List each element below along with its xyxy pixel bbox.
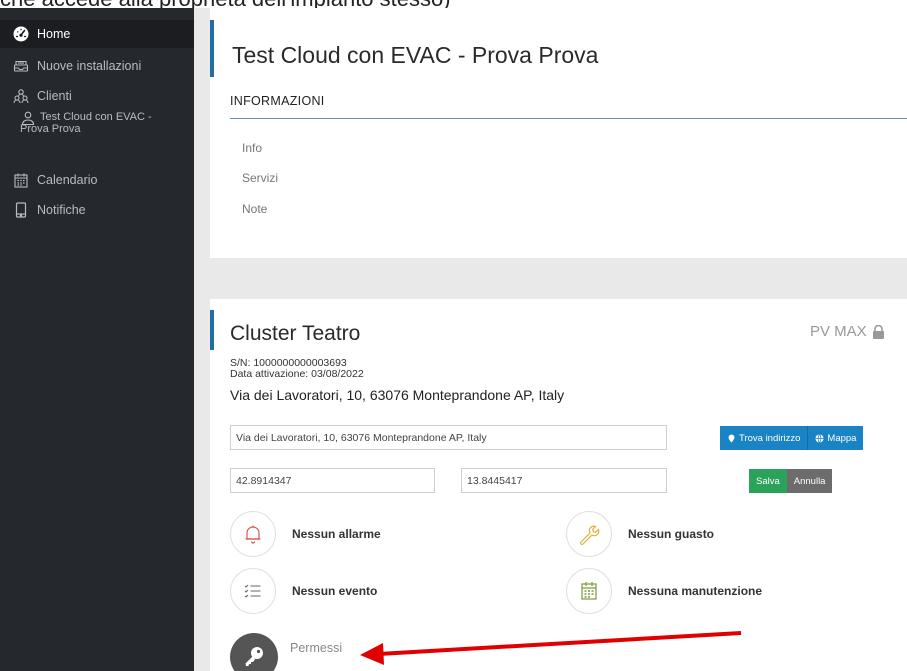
sidebar-item-calendario[interactable]: Calendario xyxy=(0,166,194,194)
serial-info: S/N: 1000000000003693 Data attivazione: … xyxy=(230,358,364,380)
address-input[interactable]: Via dei Lavoratori, 10, 63076 Monteprand… xyxy=(230,425,667,450)
menu-item-note[interactable]: Note xyxy=(242,202,267,216)
checklist-icon xyxy=(244,584,261,598)
event-circle xyxy=(230,568,276,614)
permissions-label[interactable]: Permessi xyxy=(290,641,342,655)
sidebar-item-nuove-installazioni[interactable]: Nuove installazioni xyxy=(0,52,194,80)
pv-max-label: PV MAX xyxy=(810,323,885,340)
sidebar-subitem-label-line2: Prova Prova xyxy=(20,123,81,135)
sidebar-subitem-client[interactable]: Test Cloud con EVAC - Prova Prova xyxy=(20,111,191,135)
fault-status[interactable]: Nessun guasto xyxy=(566,511,714,557)
save-button[interactable]: Salva xyxy=(749,469,787,493)
cluster-accent-bar xyxy=(210,310,214,350)
maintenance-label: Nessuna manutenzione xyxy=(628,584,763,598)
maintenance-circle xyxy=(566,568,612,614)
document-text-strip: che accede alla proprietà dell'impianto … xyxy=(0,0,907,8)
sidebar-item-label: Calendario xyxy=(37,173,98,187)
key-icon xyxy=(245,647,263,666)
globe-icon xyxy=(815,433,824,443)
wrench-icon xyxy=(580,525,600,545)
sidebar-item-label: Nuove installazioni xyxy=(37,59,142,73)
alarm-circle xyxy=(230,511,276,557)
activation-date: Data attivazione: 03/08/2022 xyxy=(230,368,364,380)
find-address-button[interactable]: Trova indirizzo xyxy=(720,426,808,450)
menu-item-servizi[interactable]: Servizi xyxy=(242,171,278,185)
address-text: Via dei Lavoratori, 10, 63076 Monteprand… xyxy=(230,387,565,403)
latitude-input[interactable]: 42.8914347 xyxy=(230,468,435,493)
cluster-title: Cluster Teatro xyxy=(230,322,361,345)
find-address-label: Trova indirizzo xyxy=(739,432,801,444)
sidebar-item-label: Clienti xyxy=(37,89,72,103)
pv-max-text: PV MAX xyxy=(810,323,867,340)
sidebar-item-label: Notifiche xyxy=(37,203,86,217)
cancel-button[interactable]: Annulla xyxy=(786,469,833,493)
alarm-status[interactable]: Nessun allarme xyxy=(230,511,381,557)
users-icon xyxy=(12,87,30,105)
sidebar-item-home[interactable]: Home xyxy=(0,20,194,48)
document-text: che accede alla proprietà dell'impianto … xyxy=(0,0,451,8)
sidebar-item-label: Home xyxy=(37,27,71,41)
event-status[interactable]: Nessun evento xyxy=(230,568,377,614)
calendar-icon xyxy=(581,582,597,600)
fault-label: Nessun guasto xyxy=(628,527,715,541)
tab-informazioni[interactable]: INFORMAZIONI xyxy=(230,94,325,108)
address-button-group: Trova indirizzo Mappa xyxy=(720,426,864,450)
sidebar-item-notifiche[interactable]: Notifiche xyxy=(0,196,194,224)
permissions-button[interactable] xyxy=(230,633,278,671)
cluster-card: Cluster Teatro PV MAX S/N: 1000000000003… xyxy=(210,299,907,671)
bell-icon xyxy=(245,525,261,544)
dashboard-icon xyxy=(12,25,30,43)
map-label: Mappa xyxy=(827,432,857,444)
info-card: Test Cloud con EVAC - Prova Prova INFORM… xyxy=(210,8,907,258)
main-content: Test Cloud con EVAC - Prova Prova INFORM… xyxy=(194,8,907,671)
menu-item-info[interactable]: Info xyxy=(242,141,262,155)
inbox-icon xyxy=(12,57,30,75)
mobile-icon xyxy=(12,201,30,219)
page-title: Test Cloud con EVAC - Prova Prova xyxy=(232,42,599,68)
sidebar-subitem-label-line1: Test Cloud con EVAC - xyxy=(40,111,152,123)
save-cancel-group: Salva Annulla xyxy=(749,469,833,493)
map-button[interactable]: Mappa xyxy=(807,426,864,450)
maintenance-status[interactable]: Nessuna manutenzione xyxy=(566,568,762,614)
sidebar: Home Nuove installazioni Clienti Test Cl… xyxy=(0,8,194,671)
alarm-label: Nessun allarme xyxy=(292,527,381,541)
event-label: Nessun evento xyxy=(292,584,378,598)
calendar-icon xyxy=(12,171,30,189)
user-icon xyxy=(21,111,35,126)
map-marker-icon xyxy=(728,433,735,443)
sidebar-item-clienti[interactable]: Clienti xyxy=(0,82,194,110)
tab-underline xyxy=(230,118,907,119)
longitude-input[interactable]: 13.8445417 xyxy=(461,468,667,493)
lock-icon xyxy=(872,324,884,339)
title-accent-bar xyxy=(210,20,214,77)
fault-circle xyxy=(566,511,612,557)
